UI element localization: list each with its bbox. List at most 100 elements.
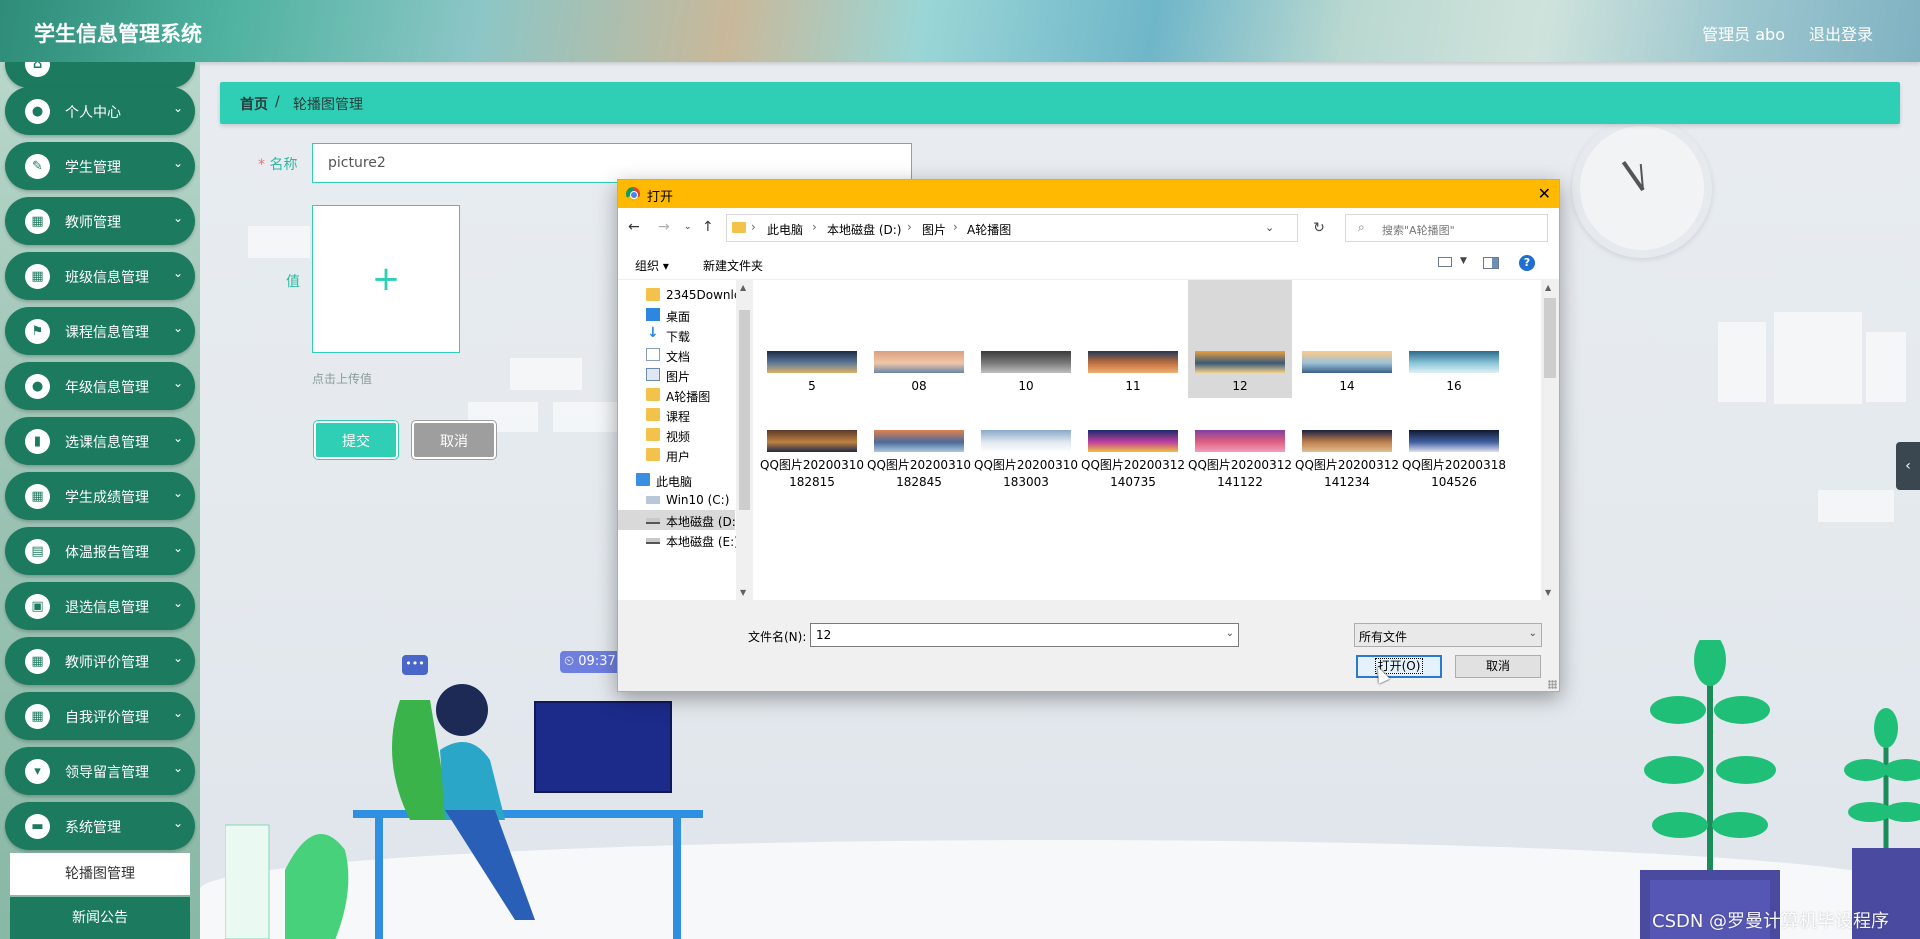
scroll-up-icon[interactable]: ▲ [1545,283,1551,292]
chevron-down-icon: ⌄ [172,651,183,665]
tree-item[interactable]: 此电脑 [618,470,735,490]
scrollbar-thumb[interactable] [1544,298,1556,378]
sidebar-item-class-info[interactable]: ▦ 班级信息管理 ⌄ [5,252,195,300]
new-folder-button[interactable]: 新建文件夹 [703,257,763,274]
recent-chevron-icon[interactable]: ⌄ [684,222,692,232]
filename-input[interactable]: 12 ⌄ [810,623,1239,647]
collapse-tab-chevron-left-icon[interactable]: ‹ [1896,442,1920,490]
files-scrollbar[interactable]: ▲ ▼ [1541,280,1559,600]
sidebar-item-grade-info[interactable]: ● 年级信息管理 ⌄ [5,362,195,410]
tree-item[interactable]: 视频 [618,425,735,445]
path-crumb[interactable]: 本地磁盘 (D:) [827,221,901,238]
logout-link[interactable]: 退出登录 [1809,21,1873,45]
file-item[interactable]: QQ图片20200318104526 [1402,430,1506,520]
sidebar-item-course-info[interactable]: ⚑ 课程信息管理 ⌄ [5,307,195,355]
file-item[interactable]: QQ图片20200310183003 [974,430,1078,520]
sidebar-item-teachers[interactable]: ▦ 教师管理 ⌄ [5,197,195,245]
chevron-down-icon[interactable]: ⌄ [1265,221,1274,234]
breadcrumb-home[interactable]: 首页 [240,94,268,114]
cancel-button[interactable]: 取消 [412,421,496,459]
file-item[interactable]: QQ图片20200312141122 [1188,430,1292,520]
tree-item[interactable]: 下载 [618,325,735,345]
chevron-down-icon: ⌄ [172,706,183,720]
search-icon: ⌕ [1358,220,1365,234]
tree-item[interactable]: A轮播图 [618,385,735,405]
chevron-down-icon[interactable]: ⌄ [1226,628,1234,639]
chevron-down-icon[interactable]: ▼ [1460,256,1467,266]
up-arrow-icon[interactable]: ↑ [702,219,714,235]
chevron-down-icon: ⌄ [172,211,183,225]
tree-item[interactable]: 2345Downlc [618,285,740,305]
sidebar-item-home-partial[interactable]: ⌂ [5,62,195,88]
sidebar-subitem-news[interactable]: 新闻公告 [10,897,190,939]
sidebar-item-self-eval[interactable]: ▦ 自我评价管理 ⌄ [5,692,195,740]
file-item[interactable]: QQ图片20200310182815 [760,430,864,520]
submit-button[interactable]: 提交 [314,421,398,459]
file-item[interactable]: 14 [1295,280,1399,398]
help-icon[interactable]: ? [1519,255,1535,271]
home-icon: ⌂ [25,62,50,77]
dialog-cancel-button[interactable]: 取消 [1455,655,1541,678]
tree-item[interactable]: 本地磁盘 (E:) [618,530,739,550]
tree-item-label: 2345Downlc [666,288,741,302]
search-input[interactable]: ⌕ 搜索"A轮播图" [1345,214,1548,242]
sidebar-item-students[interactable]: ✎ 学生管理 ⌄ [5,142,195,190]
file-name: 08 [911,379,927,393]
sidebar-item-label: 领导留言管理 [65,765,149,781]
tree-item[interactable]: 文档 [618,345,735,365]
open-button[interactable]: 打开(O) [1356,655,1442,678]
grid-icon: ▦ [25,209,50,234]
search-placeholder: 搜索"A轮播图" [1382,224,1455,237]
view-icon[interactable] [1438,257,1452,267]
tree-item[interactable]: 用户 [618,445,735,465]
file-item[interactable]: 5 [760,280,864,398]
sidebar-item-teacher-eval[interactable]: ▦ 教师评价管理 ⌄ [5,637,195,685]
filetype-select[interactable]: 所有文件 ⌄ [1354,623,1542,647]
sidebar-item-personal-center[interactable]: ● 个人中心 ⌄ [5,87,195,135]
file-item[interactable]: 11 [1081,280,1185,398]
flag-icon: ⚑ [25,319,50,344]
sidebar-item-temperature[interactable]: ▤ 体温报告管理 ⌄ [5,527,195,575]
sidebar-item-withdrawal[interactable]: ▣ 退选信息管理 ⌄ [5,582,195,630]
file-item[interactable]: QQ图片20200312140735 [1081,430,1185,520]
tree-item[interactable]: Win10 (C:) [618,490,735,510]
sidebar-item-course-selection[interactable]: ▮ 选课信息管理 ⌄ [5,417,195,465]
scroll-up-icon[interactable]: ▲ [740,283,746,292]
scroll-down-icon[interactable]: ▼ [1545,588,1551,597]
sidebar-subitem-carousel[interactable]: 轮播图管理 [10,853,190,895]
tree-item[interactable]: 本地磁盘 (D:) [618,510,740,530]
sidebar-item-scores[interactable]: ▦ 学生成绩管理 ⌄ [5,472,195,520]
file-item[interactable]: 08 [867,280,971,398]
tree-scrollbar[interactable]: ▲ ▼ [736,280,753,600]
file-item[interactable]: 12 [1188,280,1292,398]
address-bar[interactable]: › 此电脑 › 本地磁盘 (D:) › 图片 › A轮播图 ⌄ [726,214,1298,242]
close-icon[interactable]: ✕ [1538,184,1551,203]
file-item[interactable]: 10 [974,280,1078,398]
tree-item[interactable]: 桌面 [618,305,735,325]
tree-item[interactable]: 课程 [618,405,735,425]
sidebar-item-system[interactable]: ▬ 系统管理 ⌄ [5,802,195,850]
forward-arrow-icon[interactable]: → [658,219,670,235]
path-crumb[interactable]: 此电脑 [767,221,803,238]
path-crumb[interactable]: A轮播图 [967,221,1011,238]
scroll-down-icon[interactable]: ▼ [740,588,746,597]
back-arrow-icon[interactable]: ← [628,219,640,235]
file-item[interactable]: QQ图片20200312141234 [1295,430,1399,520]
tree-item-label: 课程 [666,410,691,424]
file-item[interactable]: 16 [1402,280,1506,398]
image-upload-box[interactable]: + [312,205,460,353]
name-input[interactable] [312,143,912,183]
organize-button[interactable]: 组织 ▾ [635,257,669,274]
dialog-title-bar[interactable]: 打开 ✕ [618,180,1559,208]
preview-pane-icon[interactable] [1483,257,1499,269]
scrollbar-thumb[interactable] [739,310,750,510]
sidebar-item-leader-message[interactable]: ▾ 领导留言管理 ⌄ [5,747,195,795]
path-crumb[interactable]: 图片 [922,221,946,238]
file-name: 16 [1446,379,1462,393]
resize-grip[interactable] [1548,680,1557,689]
refresh-icon[interactable]: ↻ [1306,214,1332,242]
name-label-text: 名称 [269,157,298,173]
tree-item[interactable]: 图片 [618,365,735,385]
file-item[interactable]: QQ图片20200310182845 [867,430,971,520]
folder-icon [732,222,746,233]
